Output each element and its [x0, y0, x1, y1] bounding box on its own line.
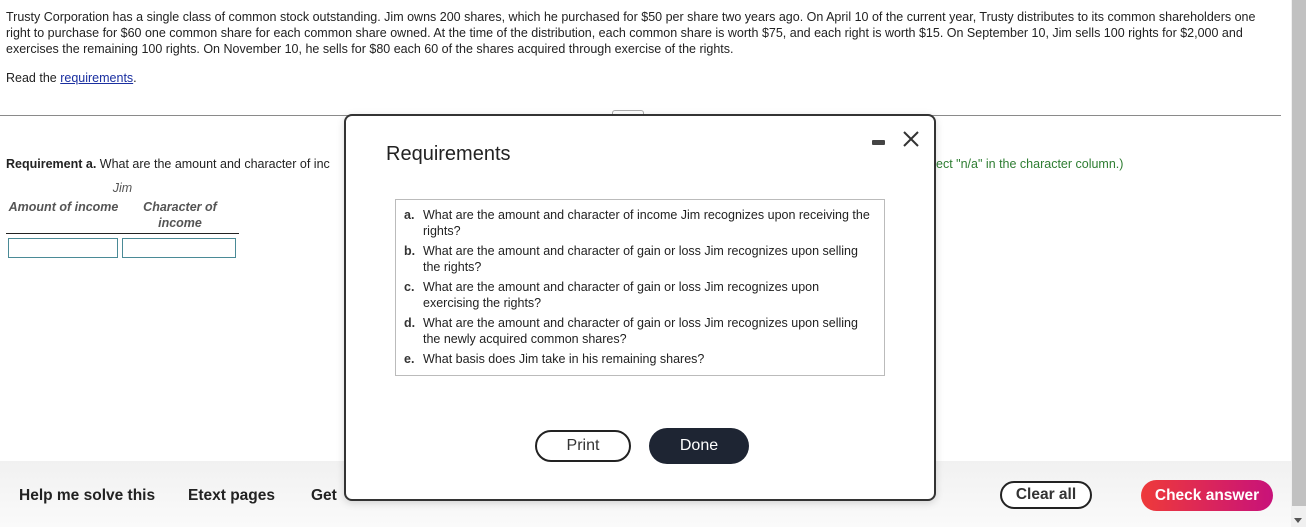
requirement-letter: e.: [404, 352, 415, 366]
requirement-item: a. What are the amount and character of …: [404, 207, 876, 239]
requirement-item: e. What basis does Jim take in his remai…: [404, 351, 876, 367]
etext-pages-button[interactable]: Etext pages: [188, 487, 275, 505]
requirement-a-prompt: Requirement a. What are the amount and c…: [6, 157, 330, 171]
help-me-solve-button[interactable]: Help me solve this: [19, 487, 155, 505]
amount-of-income-input[interactable]: [8, 238, 118, 258]
problem-statement: Trusty Corporation has a single class of…: [6, 10, 1256, 56]
read-prefix: Read the: [6, 71, 61, 85]
close-icon[interactable]: [902, 130, 920, 148]
requirement-text: What are the amount and character of gai…: [423, 280, 820, 310]
requirement-text: What are the amount and character of gai…: [423, 316, 858, 346]
clear-all-button[interactable]: Clear all: [1000, 481, 1092, 509]
column-headers: Amount of income Character of income: [6, 199, 239, 234]
requirement-item: b. What are the amount and character of …: [404, 243, 876, 275]
read-requirements-line: Read the requirements.: [6, 71, 137, 85]
requirement-letter: c.: [404, 280, 415, 294]
answer-inputs-row: [6, 238, 239, 258]
done-button[interactable]: Done: [649, 428, 749, 464]
requirements-link[interactable]: requirements: [60, 71, 133, 85]
character-of-income-input[interactable]: [122, 238, 236, 258]
group-header: Jim: [112, 181, 133, 195]
check-answer-button[interactable]: Check answer: [1141, 480, 1273, 511]
requirement-label: Requirement a.: [6, 157, 97, 171]
get-more-help-button[interactable]: Get: [311, 487, 337, 505]
requirement-letter: a.: [404, 208, 415, 222]
modal-title: Requirements: [386, 143, 511, 165]
requirement-hint: ect "n/a" in the character column.): [936, 157, 1124, 171]
requirement-text: What basis does Jim take in his remainin…: [423, 352, 705, 366]
requirement-letter: b.: [404, 244, 416, 258]
requirements-list: a. What are the amount and character of …: [395, 199, 885, 376]
requirement-text: What are the amount and character of inc…: [423, 208, 870, 238]
print-button[interactable]: Print: [535, 430, 631, 462]
requirements-modal: Requirements a. What are the amount and …: [344, 114, 936, 501]
requirement-item: d. What are the amount and character of …: [404, 315, 876, 347]
answer-table: Jim Amount of income Character of income: [6, 181, 239, 258]
column-header-amount: Amount of income: [8, 200, 119, 214]
read-suffix: .: [133, 71, 137, 85]
column-header-character: Character of income: [143, 200, 217, 230]
requirement-item: c. What are the amount and character of …: [404, 279, 876, 311]
requirement-letter: d.: [404, 316, 416, 330]
requirement-question: What are the amount and character of inc: [96, 157, 330, 171]
scroll-down-arrow-icon[interactable]: [1294, 518, 1302, 523]
vertical-scrollbar[interactable]: [1291, 0, 1306, 527]
minimize-icon[interactable]: [872, 138, 886, 145]
requirement-text: What are the amount and character of gai…: [423, 244, 858, 274]
scrollbar-thumb[interactable]: [1292, 0, 1306, 506]
